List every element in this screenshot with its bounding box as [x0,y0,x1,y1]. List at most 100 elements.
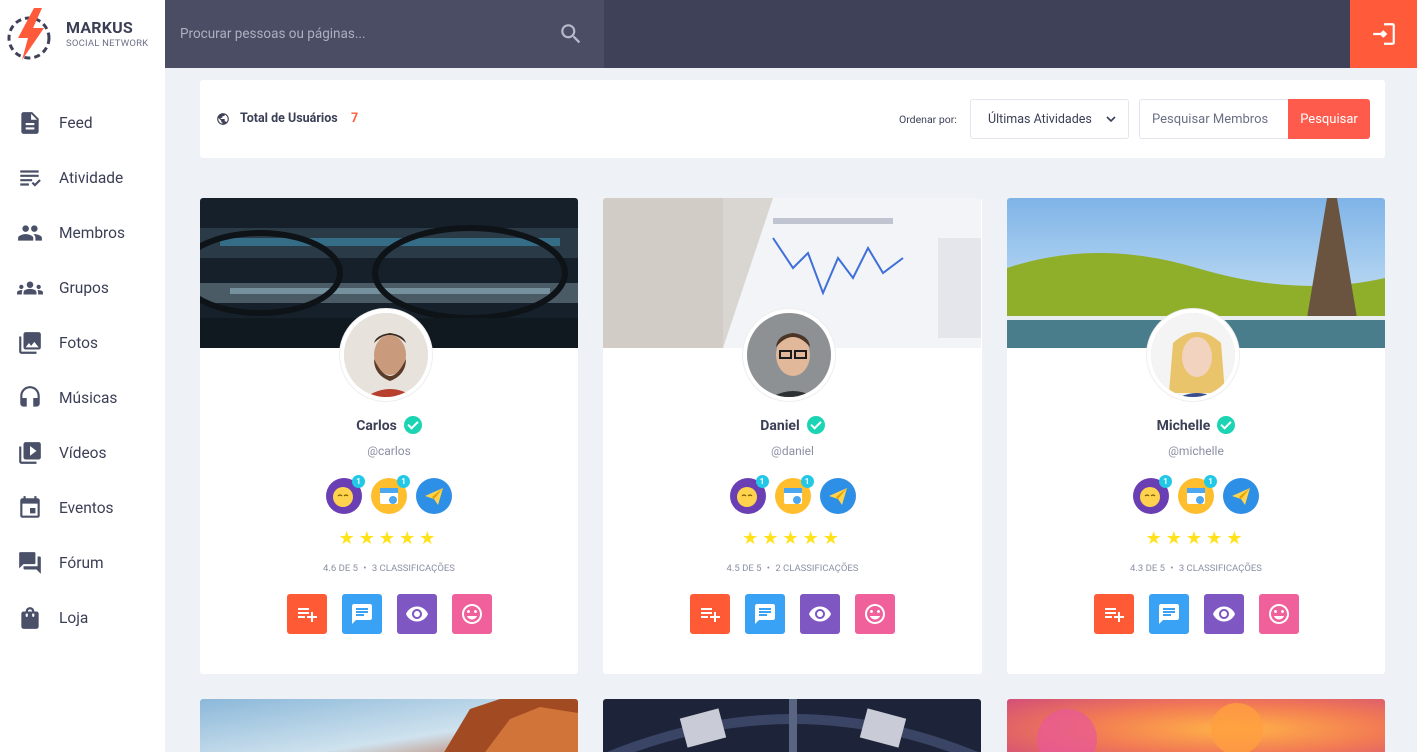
calendar-badge-icon[interactable]: 1 [1178,475,1217,514]
member-card-cover-partial[interactable] [603,699,981,752]
sidebar-item-label: Fórum [59,553,104,572]
verified-icon [806,416,825,434]
sleepy-badge-icon[interactable]: 1 [326,475,365,514]
member-name[interactable]: Daniel [760,418,799,434]
search-input[interactable] [180,26,550,42]
calendar-badge-icon[interactable]: 1 [774,475,814,514]
member-name-row: Daniel [603,416,982,434]
sidebar-item-label: Membros [59,223,125,242]
canyon-cover-image [200,699,578,752]
avatar[interactable] [1147,309,1239,401]
message-icon [351,604,372,624]
avatar-image [747,313,831,397]
view-profile-button[interactable] [1203,594,1244,634]
star-rating: ★★★★★ [603,528,982,549]
logo[interactable]: MARKUS SOCIAL NETWORK [0,0,165,68]
member-name[interactable]: Carlos [356,418,397,434]
member-actions [603,594,982,634]
avatar-image [344,313,428,397]
rating-value: 4.5 DE 5 [726,563,762,574]
members-icon [18,224,42,241]
paper-plane-badge-icon[interactable] [819,478,856,514]
eye-icon [405,606,428,622]
sidebar-item-label: Loja [59,608,89,627]
message-icon [755,604,775,624]
sidebar-item-photos[interactable]: Fotos [0,315,165,370]
view-profile-button[interactable] [396,594,437,634]
member-actions [200,594,578,634]
member-search-input[interactable] [1139,99,1289,139]
login-button[interactable] [1350,0,1417,68]
stars-icon: ★★★★★ [1145,528,1247,549]
sidebar-item-videos[interactable]: Vídeos [0,425,165,480]
search-icon[interactable] [558,21,584,47]
calendar-badge-icon[interactable]: 1 [371,475,410,514]
member-name-row: Michelle [1007,416,1385,434]
member-card: Michelle @michelle 1 1 ★★★★★ 4.3 DE 5 • … [1007,198,1385,674]
badge-count: 1 [1159,475,1172,488]
rating-separator: • [766,563,770,574]
member-name[interactable]: Michelle [1157,418,1211,434]
message-button[interactable] [1148,594,1189,634]
poke-button[interactable] [1258,594,1299,634]
message-icon [1158,604,1179,624]
avatar[interactable] [340,309,432,401]
members-filter-bar: Total de Usuários 7 Ordenar por: Últimas… [200,80,1385,158]
badge-count: 1 [755,475,769,488]
member-card-cover-partial[interactable] [200,699,578,752]
sidebar-item-events[interactable]: Eventos [0,480,165,535]
member-actions [1007,594,1385,634]
smiley-icon [461,604,482,624]
sidebar-item-groups[interactable]: Grupos [0,260,165,315]
add-post-button[interactable] [286,594,327,634]
add-post-icon [297,608,317,622]
paper-plane-badge-icon[interactable] [1223,478,1259,514]
paper-plane-badge-icon[interactable] [416,478,452,514]
groups-icon [17,281,43,294]
sleepy-badge-icon[interactable]: 1 [1133,475,1172,514]
verified-icon [1217,416,1236,434]
sidebar-item-shop[interactable]: Loja [0,590,165,645]
rating-text: 4.6 DE 5 • 3 CLASSIFICAÇÕES [200,563,578,574]
lightning-logo-icon [7,8,51,60]
sidebar-item-music[interactable]: Músicas [0,370,165,425]
shop-icon [21,606,39,629]
member-handle: @daniel [771,444,814,458]
sort-select[interactable]: Últimas Atividades [970,99,1129,139]
add-post-button[interactable] [690,594,730,634]
brand-subtitle: SOCIAL NETWORK [66,37,149,49]
sidebar-item-forum[interactable]: Fórum [0,535,165,590]
sidebar-nav: Feed Atividade Membros Grupos Fotos Músi… [0,95,165,645]
headphones-icon [20,385,40,407]
view-profile-button[interactable] [800,594,840,634]
star-rating: ★★★★★ [1007,528,1385,549]
global-search [165,0,604,68]
member-card-cover-partial[interactable] [1007,699,1385,752]
message-button[interactable] [341,594,382,634]
rating-value: 4.6 DE 5 [323,563,358,574]
login-icon [1372,23,1395,45]
add-post-button[interactable] [1093,594,1134,634]
badge-count: 1 [1204,475,1217,488]
smiley-icon [1268,604,1289,624]
rating-count: 3 CLASSIFICAÇÕES [1178,563,1262,574]
stars-icon: ★★★★★ [338,528,440,549]
rating-value: 4.3 DE 5 [1130,563,1165,574]
member-card: Carlos @carlos 1 1 ★★★★★ 4.6 DE 5 • 3 CL… [200,198,578,674]
poke-button[interactable] [855,594,895,634]
rating-text: 4.3 DE 5 • 3 CLASSIFICAÇÕES [1007,563,1385,574]
rating-separator: • [1170,563,1174,574]
sidebar-item-feed[interactable]: Feed [0,95,165,150]
search-members-button[interactable]: Pesquisar [1288,99,1370,139]
message-button[interactable] [745,594,785,634]
photos-icon [19,331,41,354]
avatar[interactable] [743,309,835,401]
poke-button[interactable] [451,594,492,634]
sidebar-item-activity[interactable]: Atividade [0,150,165,205]
eye-icon [809,606,831,622]
sleepy-badge-icon[interactable]: 1 [729,475,769,514]
rating-count: 2 CLASSIFICAÇÕES [775,563,859,574]
sidebar-item-members[interactable]: Membros [0,205,165,260]
brand-title: MARKUS [66,17,133,37]
total-users-count: 7 [351,111,359,126]
